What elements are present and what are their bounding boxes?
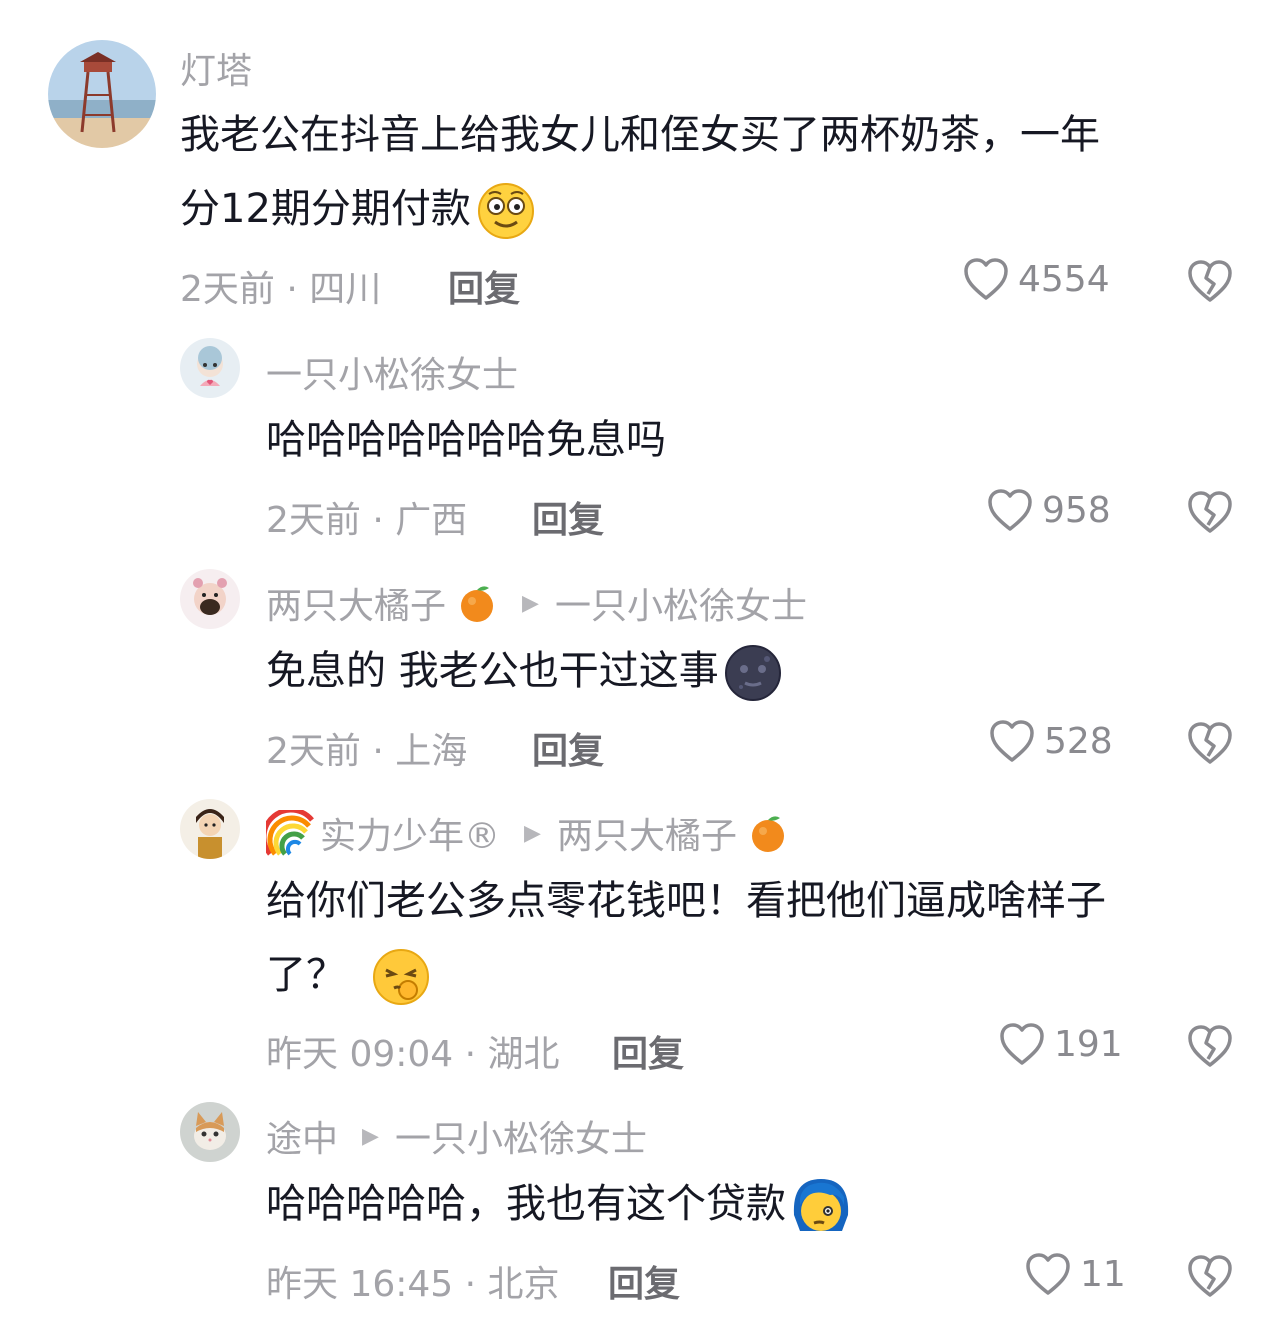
hushed-face-emoji-icon (370, 946, 432, 1008)
comment-text-line-2: 了？ (266, 938, 1246, 1012)
triangle-right-icon: ▶ (522, 590, 539, 616)
username-label[interactable]: 灯塔 (180, 42, 252, 94)
blue-hair-face-emoji-icon (790, 1175, 852, 1237)
comment-text: 哈哈哈哈哈哈哈免息吗 (266, 417, 666, 463)
time-location: 昨天 16:45 · 北京 (266, 1264, 560, 1305)
avatar-songxu[interactable] (180, 338, 240, 398)
dislike-button[interactable] (1186, 1023, 1234, 1069)
comment-text: 我老公在抖音上给我女儿和侄女买了两杯奶茶，一年 分12期分期付款 (180, 98, 1240, 246)
reply-to-username[interactable]: 一只小松徐女士 (395, 1110, 647, 1162)
reply-button[interactable]: 回复 (532, 722, 604, 774)
comment-text-line-1: 我老公在抖音上给我女儿和侄女买了两杯奶茶，一年 (180, 112, 1100, 158)
username-row: 两只大橘子 ▶ 一只小松徐女士 (266, 577, 807, 629)
like-count: 528 (1044, 720, 1113, 762)
like-count: 4554 (1018, 258, 1110, 300)
username[interactable]: 一只小松徐女士 (266, 346, 518, 398)
username-row: 实力少年® ▶ 两只大橘子 (266, 807, 789, 859)
broken-heart-icon (1188, 1255, 1232, 1297)
triangle-right-icon: ▶ (362, 1123, 379, 1149)
reply-to-username[interactable]: 两只大橘子 (557, 807, 737, 859)
broken-heart-icon (1188, 722, 1232, 764)
heart-outline-icon (964, 258, 1008, 300)
dislike-button[interactable] (1186, 720, 1234, 766)
broken-heart-icon (1188, 260, 1232, 302)
comment-text-line-1: 给你们老公多点零花钱吧！看把他们逼成啥样子 (266, 878, 1106, 924)
avatar-liangzhidajuzi[interactable] (180, 569, 240, 629)
like-button[interactable]: 958 (986, 487, 1111, 533)
reply-button[interactable]: 回复 (612, 1025, 684, 1077)
time-location: 2天前 · 上海 (266, 731, 468, 772)
username[interactable]: 灯塔 (180, 42, 252, 94)
reply-button[interactable]: 回复 (448, 260, 520, 312)
comment-text-line-2: 分12期分期付款 (180, 172, 1240, 246)
comment-text: 免息的 我老公也干过这事 (266, 634, 783, 708)
avatar-shilishaonian[interactable] (180, 799, 240, 859)
lighthouse-avatar-image (48, 40, 156, 148)
new-moon-face-emoji-icon (723, 643, 783, 703)
username-label[interactable]: 一只小松徐女士 (266, 346, 518, 398)
like-button[interactable]: 528 (988, 718, 1113, 764)
time-location: 2天前 · 四川 (180, 269, 382, 310)
cat-avatar-image (180, 1102, 240, 1162)
reply-button[interactable]: 回复 (608, 1255, 680, 1307)
username-label[interactable]: 实力少年® (320, 807, 500, 859)
username-label[interactable]: 途中 (266, 1110, 338, 1162)
broken-heart-icon (1188, 1025, 1232, 1067)
like-count: 191 (1054, 1023, 1123, 1065)
rainbow-emoji-icon (266, 810, 316, 856)
username-label[interactable]: 两只大橘子 (266, 577, 446, 629)
heart-outline-icon (1000, 1023, 1044, 1065)
reply-button[interactable]: 回复 (532, 491, 604, 543)
dislike-button[interactable] (1186, 489, 1234, 535)
comment-text: 给你们老公多点零花钱吧！看把他们逼成啥样子 了？ (266, 864, 1246, 1012)
broken-heart-icon (1188, 491, 1232, 533)
tangerine-emoji-icon (747, 812, 789, 854)
heart-outline-icon (990, 720, 1034, 762)
heart-outline-icon (988, 489, 1032, 531)
heart-outline-icon (1026, 1253, 1070, 1295)
like-button[interactable]: 11 (1024, 1251, 1126, 1297)
username-row: 途中 ▶ 一只小松徐女士 (266, 1110, 647, 1162)
avatar-dengta[interactable] (48, 40, 156, 148)
like-button[interactable]: 4554 (962, 256, 1110, 302)
cartoon-boy-avatar-image (180, 799, 240, 859)
like-count: 958 (1042, 489, 1111, 531)
dislike-button[interactable] (1186, 1253, 1234, 1299)
tangerine-emoji-icon (456, 582, 498, 624)
doll-avatar-image (180, 338, 240, 398)
reply-to-username[interactable]: 一只小松徐女士 (555, 577, 807, 629)
smiling-face-emoji-icon (475, 180, 537, 242)
cartoon-avatar-image (180, 569, 240, 629)
like-button[interactable]: 191 (998, 1021, 1123, 1067)
time-location: 昨天 09:04 · 湖北 (266, 1034, 560, 1075)
time-location: 2天前 · 广西 (266, 500, 468, 541)
dislike-button[interactable] (1186, 258, 1234, 304)
like-count: 11 (1080, 1253, 1126, 1295)
comment-text: 哈哈哈哈哈，我也有这个贷款 (266, 1167, 852, 1241)
triangle-right-icon: ▶ (524, 820, 541, 846)
avatar-tuzhong[interactable] (180, 1102, 240, 1162)
